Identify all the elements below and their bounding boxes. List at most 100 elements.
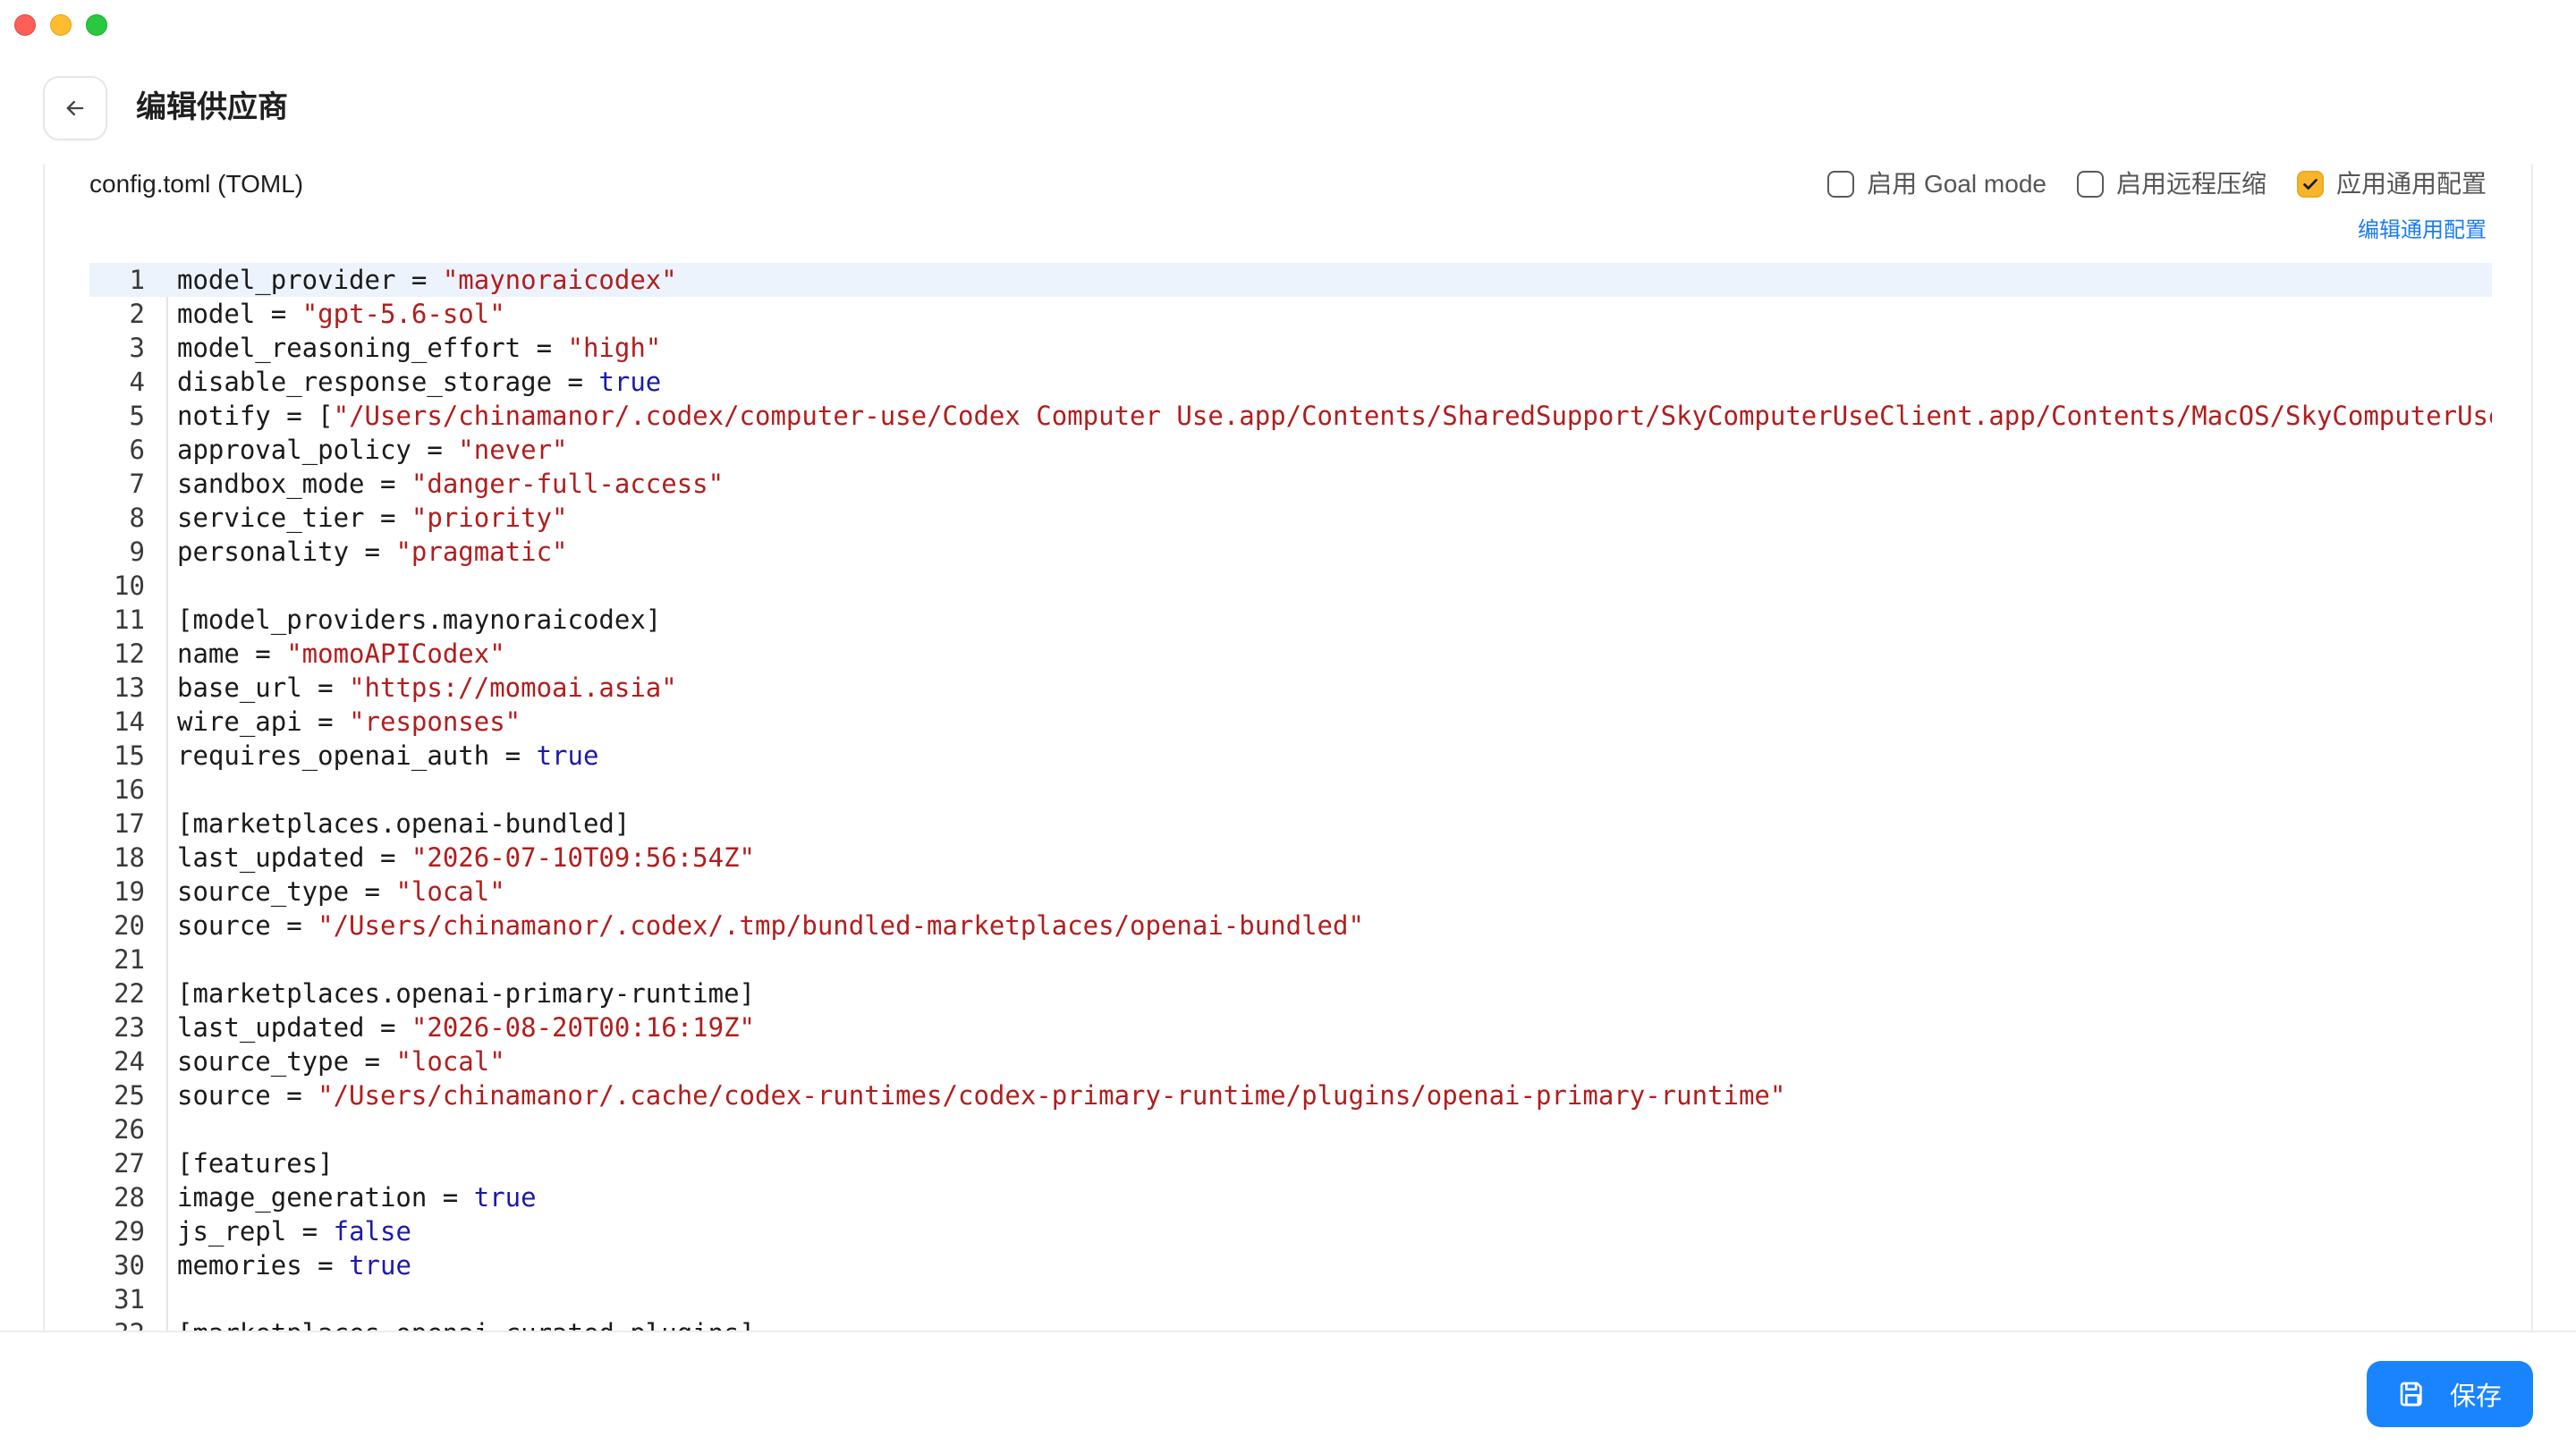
code-line[interactable]: 9 personality = "pragmatic" xyxy=(89,535,2492,569)
code-editor[interactable]: 1 model_provider = "maynoraicodex" 2 model … xyxy=(89,263,2492,1332)
checkmark-icon xyxy=(2303,179,2318,190)
string-token: "/Users/chinamanor/.codex/.tmp/bundled-m… xyxy=(318,910,1364,941)
key-token: source = xyxy=(177,910,318,941)
footer-bar: 保存 xyxy=(0,1331,2576,1454)
key-token: model_reasoning_effort = xyxy=(177,333,568,363)
code-line[interactable]: 18 last_updated = "2026-07-10T09:56:54Z" xyxy=(89,841,2492,875)
line-number: 15 xyxy=(114,740,145,771)
line-number: 26 xyxy=(114,1114,145,1145)
line-number: 24 xyxy=(114,1046,145,1077)
apply-common-config-checkbox[interactable] xyxy=(2296,171,2324,198)
line-number: 3 xyxy=(129,333,145,363)
code-line[interactable]: 10 xyxy=(89,569,2492,603)
boolean-token: true xyxy=(473,1182,537,1213)
string-token: "https://momoai.asia" xyxy=(349,672,677,703)
code-line[interactable]: 25 source = "/Users/chinamanor/.cache/cod… xyxy=(89,1078,2492,1112)
code-line[interactable]: 7 sandbox_mode = "danger-full-access" xyxy=(89,467,2492,501)
goal-mode-label: 启用 Goal mode xyxy=(1867,170,2046,198)
code-line[interactable]: 17 [marketplaces.openai-bundled] xyxy=(89,807,2492,841)
code-line[interactable]: 27 [features] xyxy=(89,1146,2492,1180)
code-line[interactable]: 13 base_url = "https://momoai.asia" xyxy=(89,671,2492,705)
line-number: 13 xyxy=(114,672,145,703)
key-token: notify = [ xyxy=(177,401,334,431)
apply-common-config-option[interactable]: 应用通用配置 xyxy=(2296,165,2487,204)
goal-mode-option[interactable]: 启用 Goal mode xyxy=(1827,165,2046,204)
code-line[interactable]: 3 model_reasoning_effort = "high" xyxy=(89,331,2492,365)
code-line[interactable]: 14 wire_api = "responses" xyxy=(89,705,2492,739)
code-line[interactable]: 22 [marketplaces.openai-primary-runtime] xyxy=(89,976,2492,1010)
code-line[interactable]: 12 name = "momoAPICodex" xyxy=(89,637,2492,671)
line-number: 14 xyxy=(114,706,145,737)
code-line[interactable]: 26 xyxy=(89,1112,2492,1146)
string-token: "2026-08-20T00:16:19Z" xyxy=(411,1012,756,1043)
code-line[interactable]: 4 disable_response_storage = true xyxy=(89,365,2492,399)
code-text: [marketplaces.openai-primary-runtime] xyxy=(145,976,755,1010)
string-token: "maynoraicodex" xyxy=(442,265,677,295)
key-token: sandbox_mode = xyxy=(177,469,411,499)
code-line[interactable]: 29 js_repl = false xyxy=(89,1214,2492,1248)
code-line[interactable]: 21 xyxy=(89,943,2492,976)
string-token: "local" xyxy=(395,876,505,907)
save-button[interactable]: 保存 xyxy=(2367,1361,2533,1427)
remote-compression-option[interactable]: 启用远程压缩 xyxy=(2076,165,2267,204)
code-line[interactable]: 1 model_provider = "maynoraicodex" xyxy=(89,263,2492,297)
code-line[interactable]: 31 xyxy=(89,1282,2492,1316)
string-token: "danger-full-access" xyxy=(411,469,724,499)
line-number: 1 xyxy=(129,265,145,295)
code-line[interactable]: 23 last_updated = "2026-08-20T00:16:19Z" xyxy=(89,1010,2492,1044)
code-text: model = "gpt-5.6-sol" xyxy=(145,297,505,331)
string-token: "momoAPICodex" xyxy=(286,638,505,669)
code-text: last_updated = "2026-07-10T09:56:54Z" xyxy=(145,841,755,875)
window-controls xyxy=(14,14,107,36)
line-number: 31 xyxy=(114,1284,145,1315)
apply-common-config-label: 应用通用配置 xyxy=(2335,170,2487,198)
code-line[interactable]: 2 model = "gpt-5.6-sol" xyxy=(89,297,2492,331)
key-token: js_repl = xyxy=(177,1216,334,1247)
string-token: "local" xyxy=(395,1046,505,1077)
key-token: [marketplaces.openai-bundled] xyxy=(177,808,631,839)
code-line[interactable]: 30 memories = true xyxy=(89,1248,2492,1282)
key-token: disable_response_storage = xyxy=(177,367,599,397)
code-line[interactable]: 16 xyxy=(89,773,2492,807)
line-number: 18 xyxy=(114,842,145,873)
code-text: requires_openai_auth = true xyxy=(145,739,598,773)
code-line[interactable]: 28 image_generation = true xyxy=(89,1180,2492,1214)
code-text: js_repl = false xyxy=(145,1214,411,1248)
goal-mode-checkbox[interactable] xyxy=(1827,171,1855,198)
code-line[interactable]: 20 source = "/Users/chinamanor/.codex/.tm… xyxy=(89,909,2492,943)
edit-common-config-link[interactable]: 编辑通用配置 xyxy=(2358,215,2487,247)
boolean-token: true xyxy=(598,367,662,397)
line-number: 29 xyxy=(114,1216,145,1247)
zoom-window-button[interactable] xyxy=(86,14,107,36)
boolean-token: true xyxy=(536,740,599,771)
minimize-window-button[interactable] xyxy=(50,14,72,36)
line-number: 17 xyxy=(114,808,145,839)
code-line[interactable]: 5 notify = ["/Users/chinamanor/.codex/com… xyxy=(89,399,2492,433)
app-window: 编辑供应商 config.toml (TOML) 启用 Goal mode 启用… xyxy=(0,0,2576,1454)
line-number: 7 xyxy=(129,469,145,499)
remote-compression-checkbox[interactable] xyxy=(2076,171,2104,198)
close-window-button[interactable] xyxy=(14,14,36,36)
line-number: 22 xyxy=(114,978,145,1009)
string-token: "priority" xyxy=(411,503,568,533)
key-token: [features] xyxy=(177,1148,334,1179)
code-line[interactable]: 6 approval_policy = "never" xyxy=(89,433,2492,467)
line-number: 19 xyxy=(114,876,145,907)
code-line[interactable]: 24 source_type = "local" xyxy=(89,1044,2492,1078)
code-line[interactable]: 15 requires_openai_auth = true xyxy=(89,739,2492,773)
code-line[interactable]: 11 [model_providers.maynoraicodex] xyxy=(89,603,2492,637)
key-token: [model_providers.maynoraicodex] xyxy=(177,604,662,635)
string-token: "high" xyxy=(567,333,662,363)
code-text: source = "/Users/chinamanor/.codex/.tmp/… xyxy=(145,909,1364,943)
string-token: "2026-07-10T09:56:54Z" xyxy=(411,842,756,873)
key-token: source_type = xyxy=(177,1046,396,1077)
code-text: image_generation = true xyxy=(145,1180,537,1214)
code-line[interactable]: 19 source_type = "local" xyxy=(89,875,2492,909)
floppy-disk-icon xyxy=(2400,1382,2422,1407)
back-button[interactable] xyxy=(43,76,107,140)
line-number: 4 xyxy=(129,367,145,397)
code-line[interactable]: 8 service_tier = "priority" xyxy=(89,501,2492,535)
code-text: base_url = "https://momoai.asia" xyxy=(145,671,677,705)
string-token: "pragmatic" xyxy=(395,537,568,567)
